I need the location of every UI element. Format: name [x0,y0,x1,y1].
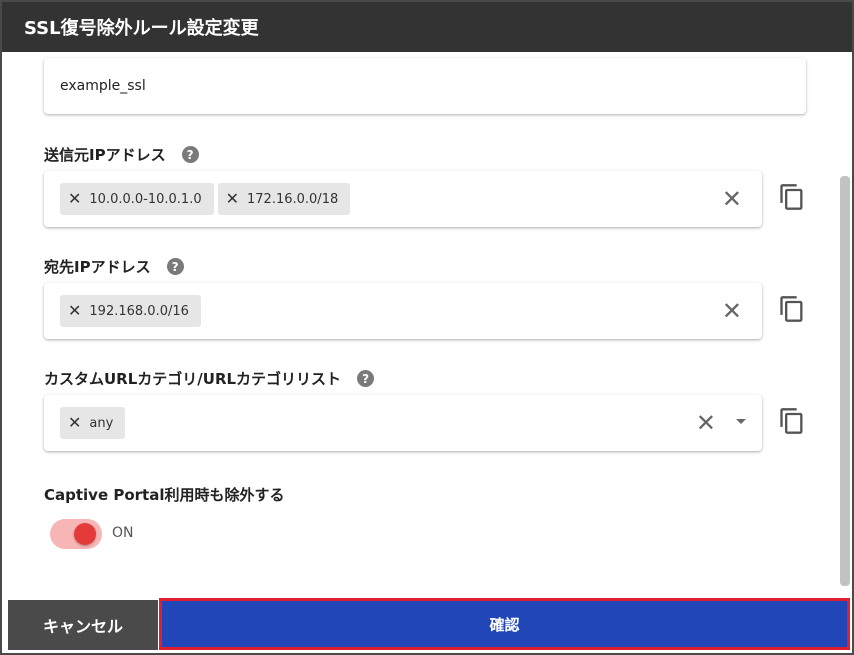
chip-remove-icon[interactable]: ✕ [68,303,81,319]
cancel-button[interactable]: キャンセル [8,600,158,650]
url-category-select[interactable]: ✕ any ✕ [44,395,762,451]
chip-remove-icon[interactable]: ✕ [68,191,81,207]
url-category-label: カスタムURLカテゴリ/URLカテゴリリスト ? [44,368,375,389]
destination-ip-field[interactable]: ✕ 192.168.0.0/16 ✕ [44,283,762,339]
destination-ip-label: 宛先IPアドレス ? [44,256,184,277]
dialog-body: example_ssl 送信元IPアドレス ? ✕ 10.0.0.0-10.0.… [2,52,852,594]
chip-remove-icon[interactable]: ✕ [226,191,239,207]
help-icon[interactable]: ? [181,146,199,163]
captive-portal-toggle[interactable] [50,519,102,549]
caret-down-icon[interactable] [736,419,746,424]
dialog-title: SSL復号除外ルール設定変更 [2,2,852,52]
destination-ip-chip: ✕ 192.168.0.0/16 [60,295,201,327]
scrollbar-thumb[interactable] [840,176,850,586]
copy-icon[interactable] [778,294,806,324]
toggle-thumb [74,523,96,545]
source-ip-field[interactable]: ✕ 10.0.0.0-10.0.1.0 ✕ 172.16.0.0/18 ✕ [44,171,762,227]
url-category-chip: ✕ any [60,407,126,439]
source-ip-chip: ✕ 10.0.0.0-10.0.1.0 [60,183,214,215]
ssl-exclusion-dialog: SSL復号除外ルール設定変更 example_ssl 送信元IPアドレス ? ✕… [0,0,854,655]
source-ip-label: 送信元IPアドレス ? [44,144,199,165]
copy-icon[interactable] [778,182,806,212]
clear-icon[interactable]: ✕ [722,187,742,211]
chip-remove-icon[interactable]: ✕ [68,415,81,431]
rule-name-field[interactable]: example_ssl [44,58,806,114]
source-ip-chip: ✕ 172.16.0.0/18 [217,183,351,215]
confirm-button[interactable]: 確認 [159,598,850,650]
help-icon[interactable]: ? [357,370,375,387]
help-icon[interactable]: ? [166,258,184,275]
captive-portal-label: Captive Portal利用時も除外する [44,486,285,504]
dialog-footer: キャンセル 確認 [2,594,852,653]
toggle-state-text: ON [112,525,134,541]
clear-icon[interactable]: ✕ [722,299,742,323]
copy-icon[interactable] [778,406,806,436]
confirm-button-label: 確認 [489,615,520,634]
clear-icon[interactable]: ✕ [696,411,716,435]
